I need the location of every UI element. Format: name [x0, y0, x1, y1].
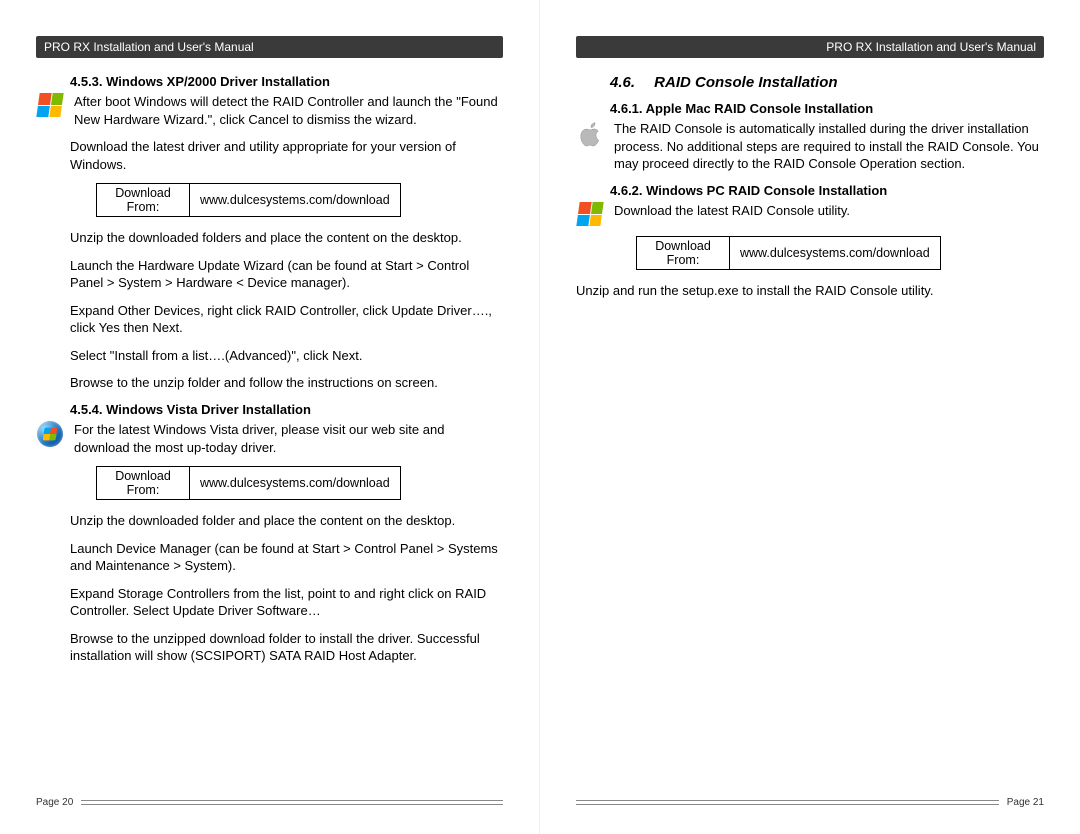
- footer-rule: [81, 800, 503, 805]
- windows-vista-icon: [36, 421, 64, 447]
- windows-icon: [576, 202, 604, 226]
- p-4-5-3-2: Download the latest driver and utility a…: [70, 138, 503, 173]
- row-vista-intro: For the latest Windows Vista driver, ple…: [36, 421, 503, 456]
- heading-4-6-1: 4.6.1. Apple Mac RAID Console Installati…: [610, 101, 1044, 116]
- p-4-5-3-4: Launch the Hardware Update Wizard (can b…: [70, 257, 503, 292]
- row-win-console: Download the latest RAID Console utility…: [576, 202, 1044, 226]
- heading-4-5-3: 4.5.3. Windows XP/2000 Driver Installati…: [70, 74, 503, 89]
- p-4-5-4-4: Expand Storage Controllers from the list…: [70, 585, 503, 620]
- download-table-console: Download From: www.dulcesystems.com/down…: [636, 236, 941, 270]
- p-4-6-1-1: The RAID Console is automatically instal…: [614, 120, 1044, 173]
- windows-xp-icon: [36, 93, 64, 117]
- row-xp-intro: After boot Windows will detect the RAID …: [36, 93, 503, 128]
- p-4-5-4-2: Unzip the downloaded folder and place th…: [70, 512, 503, 530]
- p-4-5-4-5: Browse to the unzipped download folder t…: [70, 630, 503, 665]
- page-right: PRO RX Installation and User's Manual 4.…: [540, 0, 1080, 834]
- footer-rule: [576, 800, 999, 805]
- heading-4-6: 4.6. RAID Console Installation: [610, 74, 1044, 91]
- page-number-left: Page 20: [36, 797, 73, 808]
- footer-right: Page 21: [576, 797, 1044, 808]
- row-mac-intro: The RAID Console is automatically instal…: [576, 120, 1044, 173]
- heading-4-6-2: 4.6.2. Windows PC RAID Console Installat…: [610, 183, 1044, 198]
- dl-label: Download From:: [97, 467, 190, 500]
- p-4-5-3-7: Browse to the unzip folder and follow th…: [70, 374, 503, 392]
- header-bar-right: PRO RX Installation and User's Manual: [576, 36, 1044, 58]
- heading-4-5-4: 4.5.4. Windows Vista Driver Installation: [70, 402, 503, 417]
- p-4-6-2-1: Download the latest RAID Console utility…: [614, 202, 1044, 220]
- page-left: PRO RX Installation and User's Manual 4.…: [0, 0, 540, 834]
- dl-url: www.dulcesystems.com/download: [190, 184, 401, 217]
- download-table-xp: Download From: www.dulcesystems.com/down…: [96, 183, 401, 217]
- dl-url: www.dulcesystems.com/download: [190, 467, 401, 500]
- p-4-6-2-2: Unzip and run the setup.exe to install t…: [576, 282, 1044, 300]
- p-4-5-4-3: Launch Device Manager (can be found at S…: [70, 540, 503, 575]
- header-bar-left: PRO RX Installation and User's Manual: [36, 36, 503, 58]
- footer-left: Page 20: [36, 797, 503, 808]
- p-4-5-3-6: Select "Install from a list….(Advanced)"…: [70, 347, 503, 365]
- apple-icon: [576, 120, 604, 148]
- heading-4-6-num: 4.6.: [610, 74, 650, 91]
- dl-url: www.dulcesystems.com/download: [730, 236, 941, 269]
- heading-4-6-title: RAID Console Installation: [654, 74, 837, 91]
- dl-label: Download From:: [97, 184, 190, 217]
- download-table-vista: Download From: www.dulcesystems.com/down…: [96, 466, 401, 500]
- p-4-5-3-5: Expand Other Devices, right click RAID C…: [70, 302, 503, 337]
- p-4-5-4-1: For the latest Windows Vista driver, ple…: [74, 421, 503, 456]
- dl-label: Download From:: [637, 236, 730, 269]
- p-4-5-3-3: Unzip the downloaded folders and place t…: [70, 229, 503, 247]
- page-number-right: Page 21: [1007, 797, 1044, 808]
- p-4-5-3-1: After boot Windows will detect the RAID …: [74, 93, 503, 128]
